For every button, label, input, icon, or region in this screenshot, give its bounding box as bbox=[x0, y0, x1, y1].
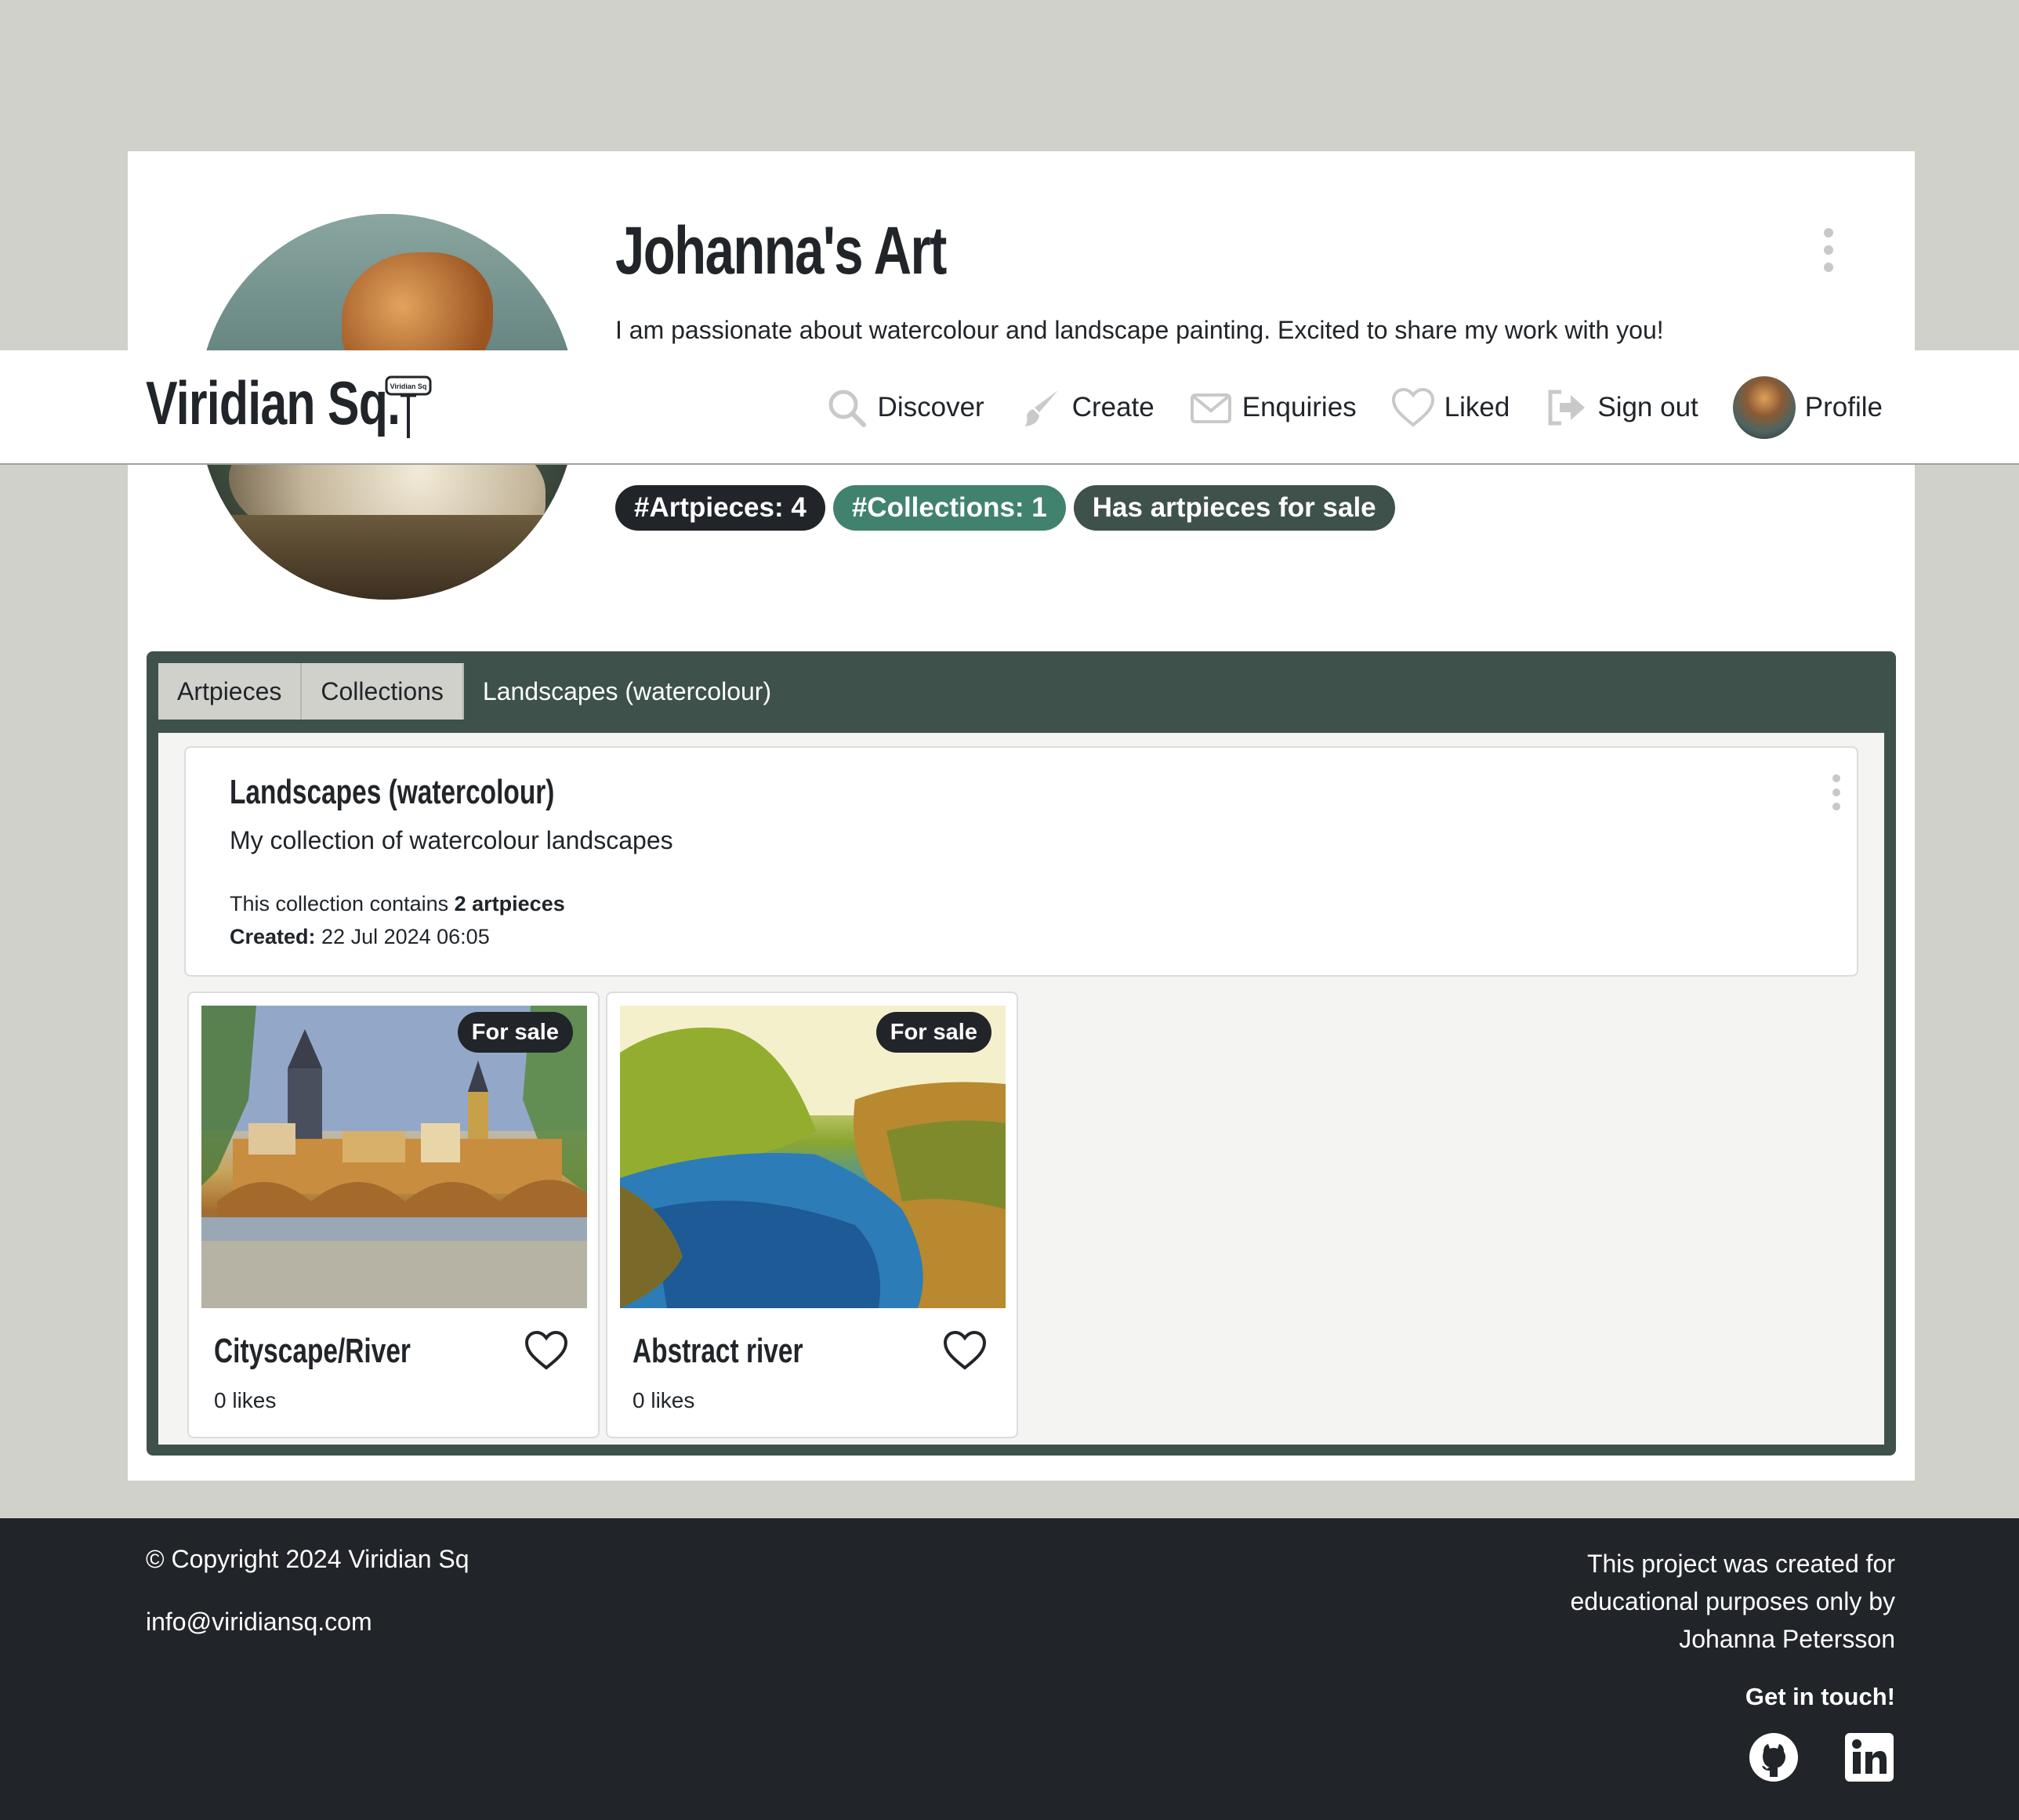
artpieces-count-badge: #Artpieces: 4 bbox=[615, 485, 825, 531]
footer-get-in-touch: Get in touch! bbox=[1745, 1683, 1895, 1710]
profile-bio: I am passionate about watercolour and la… bbox=[615, 316, 1664, 344]
heart-icon[interactable] bbox=[524, 1330, 568, 1371]
brand-logo[interactable]: Viridian Sq. Viridian Sq bbox=[146, 368, 472, 439]
collection-created-label: Created: bbox=[230, 925, 316, 948]
github-icon[interactable] bbox=[1748, 1731, 1800, 1783]
sign-out-icon bbox=[1548, 390, 1586, 426]
brand-name: Viridian Sq. bbox=[146, 368, 401, 437]
nav-discover[interactable]: Discover bbox=[825, 386, 984, 430]
artpiece-title[interactable]: Abstract river bbox=[633, 1332, 803, 1371]
artpiece-likes: 0 likes bbox=[633, 1388, 695, 1412]
tab-content: Landscapes (watercolour) My collection o… bbox=[158, 733, 1884, 1445]
linkedin-icon[interactable] bbox=[1843, 1731, 1895, 1783]
collection-meta: This collection contains 2 artpieces Cre… bbox=[230, 887, 565, 953]
nav-liked[interactable]: Liked bbox=[1391, 386, 1510, 430]
artpiece-title[interactable]: Cityscape/River bbox=[214, 1332, 411, 1371]
search-icon bbox=[828, 390, 866, 427]
envelope-icon bbox=[1190, 393, 1231, 423]
nav-enquiries[interactable]: Enquiries bbox=[1189, 386, 1357, 430]
nav-create[interactable]: Create bbox=[1019, 386, 1154, 430]
top-navbar: Viridian Sq. Viridian Sq Discover Create bbox=[0, 350, 2019, 465]
artpiece-card[interactable]: For sale Abstract river 0 likes bbox=[606, 992, 1018, 1438]
artpiece-image[interactable]: For sale bbox=[620, 1006, 1006, 1308]
tab-bar: Artpieces Collections Landscapes (waterc… bbox=[158, 663, 790, 720]
content-panel: Artpieces Collections Landscapes (waterc… bbox=[147, 651, 1896, 1456]
artpiece-image[interactable]: For sale bbox=[201, 1006, 587, 1308]
collection-contains-count: 2 artpieces bbox=[454, 892, 565, 915]
avatar bbox=[1732, 376, 1796, 439]
nav-links: Discover Create Enquiries Liked Sign out… bbox=[825, 350, 1883, 465]
signpost-icon: Viridian Sq bbox=[385, 375, 432, 438]
tab-landscapes[interactable]: Landscapes (watercolour) bbox=[464, 663, 790, 720]
collection-options-kebab-icon[interactable] bbox=[1829, 774, 1844, 810]
nav-discover-label: Discover bbox=[877, 392, 984, 422]
footer-credit-line: educational purposes only by bbox=[1570, 1587, 1896, 1615]
artpiece-card[interactable]: For sale Cityscape/River 0 likes bbox=[187, 992, 600, 1438]
for-sale-badge: For sale bbox=[457, 1012, 573, 1053]
for-sale-badge: For sale bbox=[875, 1012, 991, 1053]
footer-credit-line: Johanna Petersson bbox=[1679, 1625, 1895, 1653]
nav-profile-label: Profile bbox=[1804, 392, 1883, 422]
brush-icon bbox=[1024, 390, 1058, 426]
profile-badges: #Artpieces: 4 #Collections: 1 Has artpie… bbox=[615, 485, 1395, 531]
nav-sign-out-label: Sign out bbox=[1597, 392, 1698, 422]
tab-collections[interactable]: Collections bbox=[302, 663, 464, 720]
for-sale-badge: Has artpieces for sale bbox=[1073, 485, 1395, 531]
nav-create-label: Create bbox=[1071, 392, 1154, 422]
footer: © Copyright 2024 Viridian Sq info@viridi… bbox=[0, 1518, 2019, 1820]
collections-count-badge: #Collections: 1 bbox=[832, 485, 1066, 531]
collection-description: My collection of watercolour landscapes bbox=[230, 826, 673, 854]
collection-created-value: 22 Jul 2024 06:05 bbox=[315, 925, 490, 948]
profile-title: Johanna's Art bbox=[615, 213, 947, 288]
brand-sign-text: Viridian Sq bbox=[390, 382, 427, 390]
collection-title: Landscapes (watercolour) bbox=[230, 773, 555, 811]
footer-copyright: © Copyright 2024 Viridian Sq bbox=[146, 1545, 469, 1573]
footer-credit-line: This project was created for bbox=[1586, 1550, 1895, 1578]
heart-icon[interactable] bbox=[943, 1330, 987, 1371]
heart-icon bbox=[1391, 387, 1434, 427]
collection-card: Landscapes (watercolour) My collection o… bbox=[184, 746, 1858, 977]
profile-options-kebab-icon[interactable] bbox=[1821, 228, 1836, 272]
nav-profile[interactable]: Profile bbox=[1732, 376, 1883, 439]
nav-liked-label: Liked bbox=[1444, 392, 1510, 422]
artpiece-likes: 0 likes bbox=[214, 1388, 277, 1412]
footer-email[interactable]: info@viridiansq.com bbox=[146, 1608, 372, 1637]
nav-enquiries-label: Enquiries bbox=[1241, 392, 1357, 422]
tab-artpieces[interactable]: Artpieces bbox=[158, 663, 303, 720]
collection-contains-label: This collection contains bbox=[230, 892, 455, 915]
nav-sign-out[interactable]: Sign out bbox=[1544, 386, 1698, 430]
footer-social-links bbox=[1748, 1731, 1895, 1783]
footer-credit: This project was created for educational… bbox=[1488, 1545, 1896, 1658]
